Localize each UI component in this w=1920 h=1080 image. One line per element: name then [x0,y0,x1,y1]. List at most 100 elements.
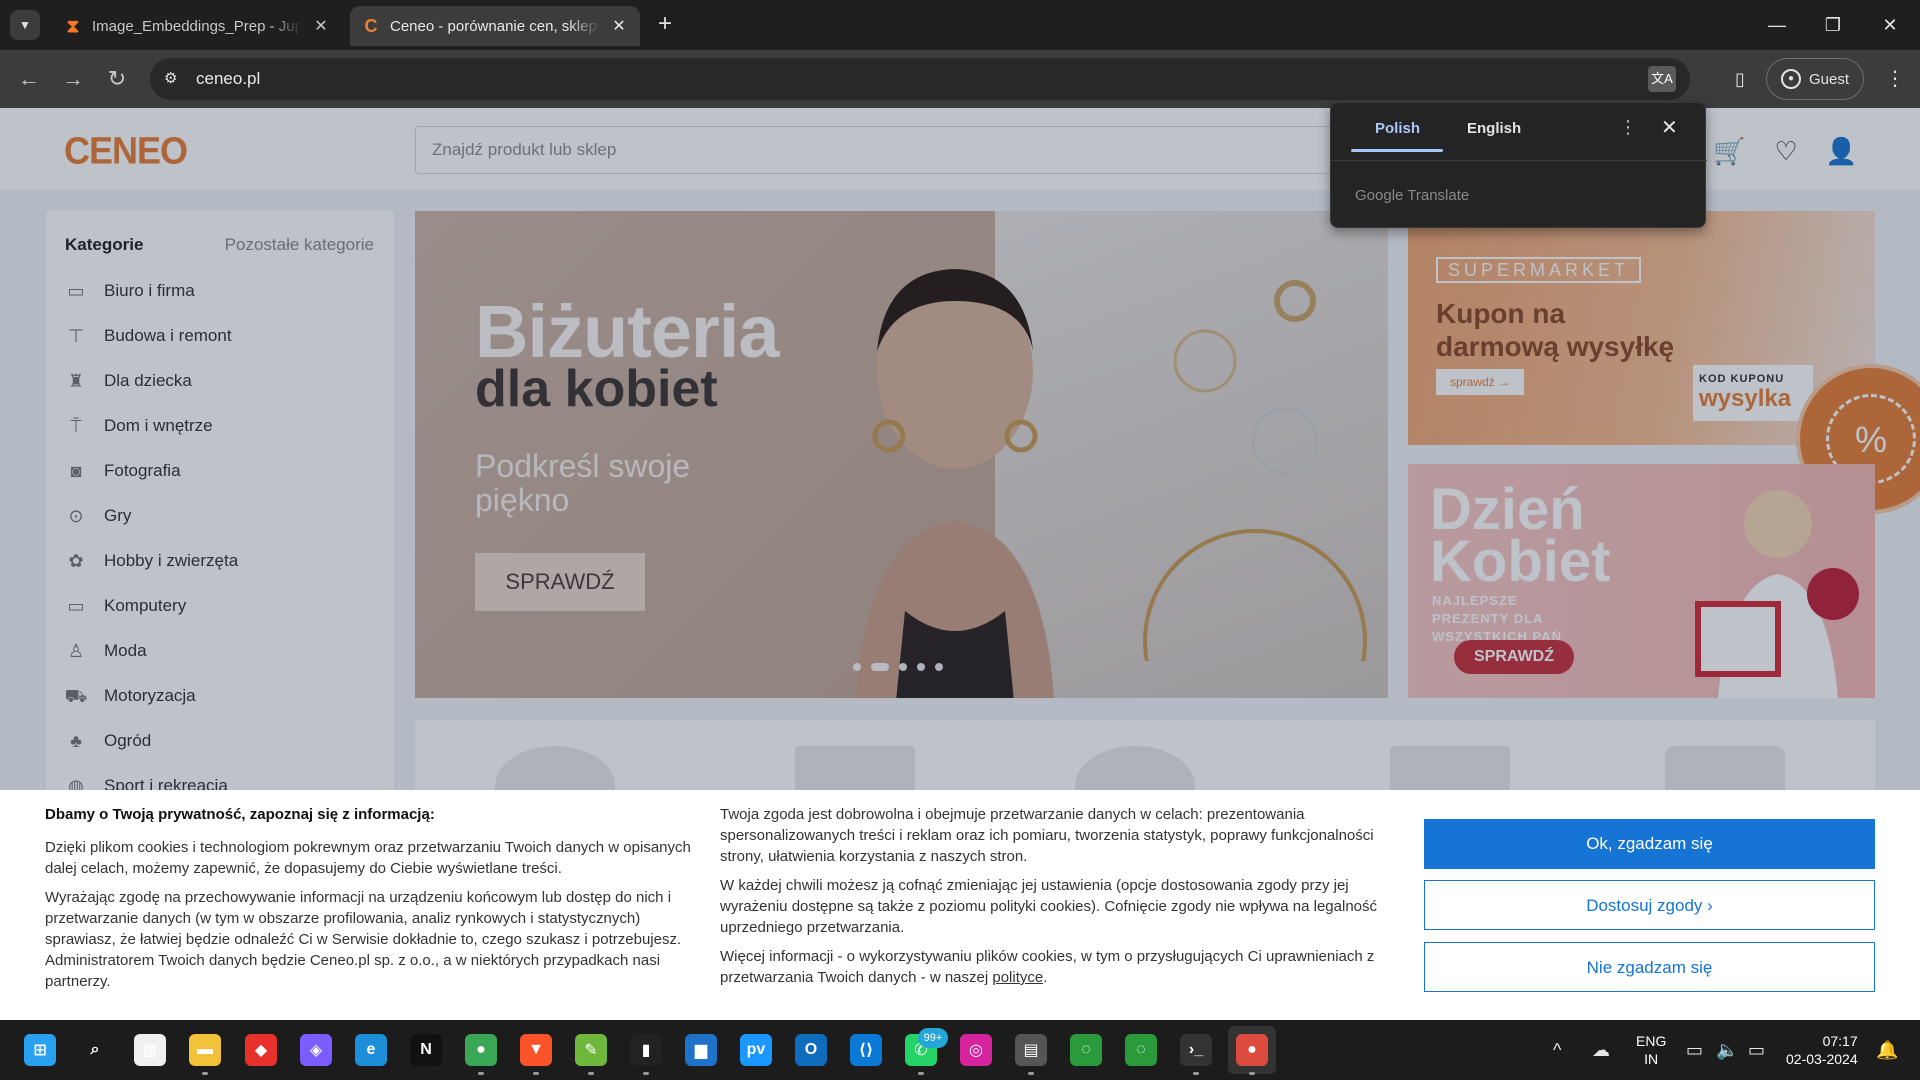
close-icon[interactable]: ✕ [610,16,628,36]
app-icon[interactable]: ▆ [685,1034,717,1066]
running-indicator [918,1072,924,1075]
browser-toolbar: ← → ↻ ⚙ ceneo.pl 文A ▯ ● Guest ⋮ [0,50,1920,108]
search-icon[interactable]: ⌕ [79,1034,111,1066]
app-icon[interactable]: ◆ [245,1034,277,1066]
brave-icon[interactable]: ▼ [520,1034,552,1066]
promo-headline: Kupon na darmową wysyłkę [1436,298,1675,362]
other-categories-link[interactable]: Pozostałe kategorie [225,235,374,255]
terminal-icon[interactable]: ▮ [630,1034,662,1066]
chrome-icon[interactable]: ● [1236,1034,1268,1066]
forward-button[interactable]: → [58,64,88,94]
sidebar-item[interactable]: ⛟ Motoryzacja [64,680,384,712]
target-language-tab[interactable]: English [1467,120,1521,137]
vscode-icon[interactable]: ⟨⟩ [850,1034,882,1066]
hero-banner[interactable]: Biżuteria dla kobiet Podkreśl swoje pięk… [415,211,1388,698]
cookie-text: Dzięki plikom cookies i technologiom pok… [45,839,691,877]
sidebar-item[interactable]: ♣ Ogród [64,725,384,757]
cookie-text: Twoja zgoda jest dobrowolna i obejmuje p… [720,806,1374,865]
browser-menu-icon[interactable]: ⋮ [1880,64,1910,94]
show-hidden-icons-chevron-icon[interactable]: ^ [1553,1040,1561,1061]
store-icon[interactable]: ▦ [134,1034,166,1066]
reload-icon: ↻ [107,66,127,91]
user-icon[interactable]: 👤 [1825,136,1857,168]
new-tab-button[interactable]: + [650,10,680,40]
site-info-icon[interactable]: ⚙ [164,69,184,89]
chevron-down-icon: ▼ [19,18,31,32]
sidebar-item[interactable]: ⊤ Budowa i remont [64,320,384,352]
running-indicator [1249,1072,1255,1075]
outlook-icon[interactable]: O [795,1034,827,1066]
edge-icon[interactable]: e [355,1034,387,1066]
carousel-dot[interactable] [935,663,943,671]
promo-womens-day[interactable]: Dzień Kobiet NAJLEPSZE PREZENTY DLA WSZY… [1408,464,1875,698]
customize-consent-button[interactable]: Dostosuj zgody › [1424,880,1875,930]
cookie-policy-link[interactable]: polityce [992,969,1043,986]
carousel-dot[interactable] [917,663,925,671]
app-icon[interactable]: ◌ [1125,1034,1157,1066]
copilot-icon[interactable]: ◈ [300,1034,332,1066]
hero-cta-button[interactable]: SPRAWDŹ [475,553,645,611]
sidebar-item[interactable]: ▭ Biuro i firma [64,275,384,307]
volume-muted-icon[interactable]: 🔈 [1716,1040,1738,1061]
prime-video-icon[interactable]: pv [740,1034,772,1066]
search-input[interactable]: Znajdź produkt lub sklep [415,126,1415,174]
sidebar-heading: Kategorie [65,235,144,254]
restore-button[interactable]: ❐ [1805,0,1861,50]
close-icon[interactable]: ✕ [312,16,330,36]
back-button[interactable]: ← [14,64,44,94]
address-bar[interactable]: ⚙ ceneo.pl 文A [150,58,1690,100]
battery-icon[interactable]: ▭ [1748,1040,1765,1061]
running-indicator [588,1072,594,1075]
carousel-dot[interactable] [899,663,907,671]
sidebar-item-label: Motoryzacja [104,686,196,705]
cart-icon[interactable]: 🛒 [1713,136,1745,168]
side-panel-icon[interactable]: ▯ [1725,64,1755,94]
system-clock[interactable]: 07:17 02-03-2024 [1786,1032,1858,1068]
app-icon[interactable]: ▤ [1015,1034,1047,1066]
netflix-icon[interactable]: N [410,1034,442,1066]
cloud-icon[interactable]: ☁ [1592,1040,1610,1061]
translate-icon[interactable]: 文A [1648,66,1676,92]
reload-button[interactable]: ↻ [102,64,132,94]
hero-subtitle: dla kobiet [475,360,718,418]
sidebar-item[interactable]: ♙ Moda [64,635,384,667]
minimize-button[interactable]: — [1749,0,1805,50]
close-window-button[interactable]: ✕ [1862,0,1918,50]
running-indicator [202,1072,208,1075]
start-icon[interactable]: ⊞ [24,1034,56,1066]
whatsapp-badge: 99+ [918,1028,948,1048]
sidebar-item[interactable]: ▭ Komputery [64,590,384,622]
chrome-icon[interactable]: ● [465,1034,497,1066]
promo-button[interactable]: SPRAWDŹ [1454,640,1574,674]
close-icon[interactable]: ✕ [1661,115,1678,140]
heart-icon[interactable]: ♡ [1770,136,1802,168]
sidebar-item[interactable]: ⊙ Gry [64,500,384,532]
car-icon: ⛟ [64,686,88,706]
promo-button[interactable]: sprawdź → [1436,369,1524,395]
more-options-icon[interactable]: ⋮ [1619,117,1637,138]
reject-cookies-button[interactable]: Nie zgadzam się [1424,942,1875,992]
notes-icon[interactable]: ✎ [575,1034,607,1066]
sidebar-item[interactable]: ♜ Dla dziecka [64,365,384,397]
tab-jupyter[interactable]: ⧗ Image_Embeddings_Prep - Jupyter ✕ [52,6,342,46]
carousel-dot-active[interactable] [871,663,889,671]
file-explorer-icon[interactable]: ▬ [189,1034,221,1066]
tab-search-button[interactable]: ▼ [10,10,40,40]
sidebar-item[interactable]: ⍑ Dom i wnętrze [64,410,384,442]
sidebar-item[interactable]: ◙ Fotografia [64,455,384,487]
notification-bell-icon[interactable]: 🔔 [1876,1040,1898,1061]
network-icon[interactable]: ▭ [1686,1040,1703,1061]
instagram-icon[interactable]: ◎ [960,1034,992,1066]
profile-button[interactable]: ● Guest [1766,58,1864,100]
sidebar-item-label: Moda [104,641,147,660]
source-language-tab[interactable]: Polish [1375,120,1420,137]
ceneo-logo[interactable]: CENEO [64,129,188,173]
language-indicator[interactable]: ENG IN [1636,1032,1666,1068]
url-text[interactable]: ceneo.pl [196,69,260,89]
app-icon[interactable]: ◌ [1070,1034,1102,1066]
sidebar-item[interactable]: ✿ Hobby i zwierzęta [64,545,384,577]
tab-ceneo[interactable]: C Ceneo - porównanie cen, sklepy ✕ [350,6,640,46]
accept-cookies-button[interactable]: Ok, zgadzam się [1424,819,1875,869]
terminal-icon[interactable]: ›_ [1180,1034,1212,1066]
carousel-dot[interactable] [853,663,861,671]
